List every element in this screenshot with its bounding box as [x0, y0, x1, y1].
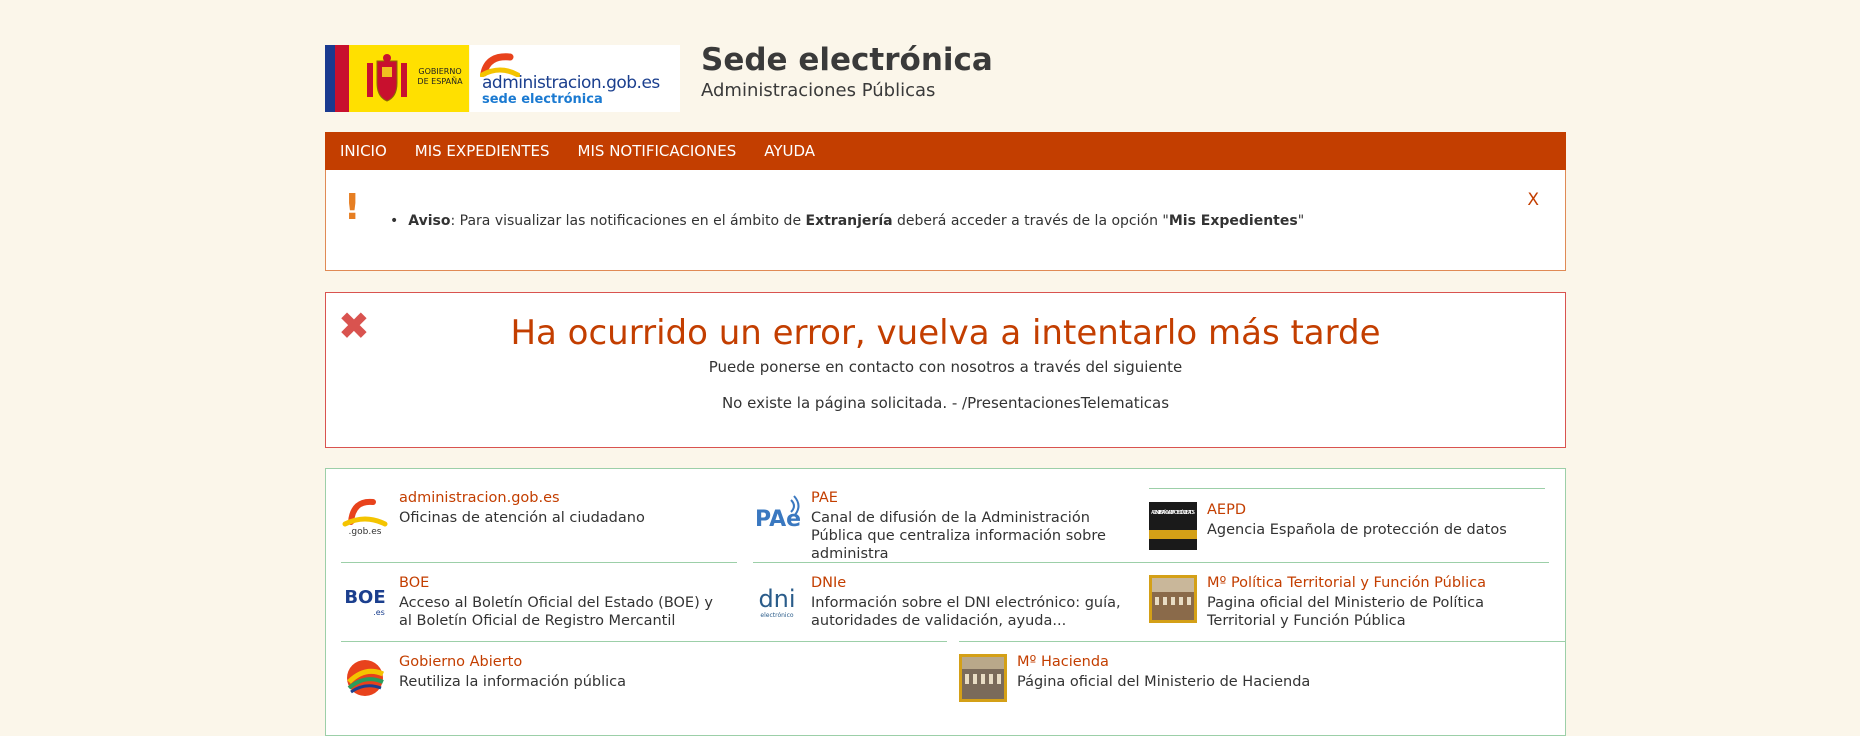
page: GOBIERNO DE ESPAÑA administracion.gob.es… — [325, 0, 1566, 736]
boe-icon-text: BOE — [344, 587, 385, 608]
administracion-logo-name: administracion.gob.es — [482, 73, 660, 93]
notice-message: Aviso: Para visualizar las notificacione… — [390, 213, 1304, 229]
dni-icon: dni electrónico — [753, 575, 801, 623]
link-desc: Acceso al Boletín Oficial del Estado (BO… — [399, 595, 713, 629]
link-desc: Canal de difusión de la Administración P… — [811, 510, 1106, 562]
link-title[interactable]: AEPD — [1207, 502, 1246, 518]
exclamation-icon: ! — [344, 187, 361, 228]
link-title[interactable]: administracion.gob.es — [399, 490, 560, 506]
boe-icon: BOE .es — [341, 575, 389, 623]
gobes-icon-text: .gob.es — [349, 527, 382, 537]
notice-box: ! Aviso: Para visualizar las notificacio… — [325, 170, 1566, 271]
link-separator — [341, 562, 737, 563]
link-aepd[interactable]: AGENCIA ESPAÑOLA DE PROTECCIÓN DE DATOS … — [1149, 502, 1549, 552]
link-title[interactable]: DNIe — [811, 575, 846, 591]
error-box: ✖ Ha ocurrido un error, vuelva a intenta… — [325, 292, 1566, 448]
link-separator — [753, 562, 1549, 563]
administracion-logo[interactable]: administracion.gob.es sede electrónica — [470, 45, 680, 112]
main-nav: INICIO MIS EXPEDIENTES MIS NOTIFICACIONE… — [325, 132, 1566, 170]
dni-icon-text: dni — [758, 585, 795, 613]
coat-of-arms-icon — [367, 54, 407, 102]
aepd-icon: AGENCIA ESPAÑOLA DE PROTECCIÓN DE DATOS — [1149, 502, 1197, 550]
notice-label: Aviso — [408, 213, 451, 229]
link-title[interactable]: Mº Política Territorial y Función Públic… — [1207, 575, 1486, 591]
link-title[interactable]: PAE — [811, 490, 838, 506]
link-title[interactable]: BOE — [399, 575, 429, 591]
notice-text-2: deberá acceder a través de la opción " — [892, 213, 1169, 229]
error-detail-text: No existe la página solicitada. - /Prese… — [721, 394, 1170, 412]
nav-item-mis-expedientes[interactable]: MIS EXPEDIENTES — [401, 142, 564, 160]
flag-stripe-blue — [325, 45, 335, 112]
gobierno-logo-text: GOBIERNO DE ESPAÑA — [417, 67, 463, 86]
site-title: Sede electrónica — [701, 42, 993, 78]
notice-bold-extranjeria: Extranjería — [805, 213, 893, 229]
link-gobierno-abierto[interactable]: Gobierno Abierto Reutiliza la informació… — [341, 654, 741, 704]
link-separator — [959, 641, 1565, 642]
pae-icon: PAe — [753, 490, 801, 538]
link-title[interactable]: Mº Hacienda — [1017, 654, 1109, 670]
link-title[interactable]: Gobierno Abierto — [399, 654, 522, 670]
hacienda-icon — [959, 654, 1007, 702]
link-desc: Agencia Española de protección de datos — [1207, 522, 1507, 538]
error-title: Ha ocurrido un error, vuelva a intentarl… — [510, 313, 1381, 353]
error-contact-text: Puede ponerse en contacto con nosotros a… — [708, 358, 1183, 376]
related-links: .gob.es administracion.gob.es Oficinas d… — [325, 468, 1566, 736]
dni-icon-sub: electrónico — [760, 612, 793, 619]
notice-close-button[interactable]: X — [1527, 190, 1539, 210]
link-boe[interactable]: BOE .es BOE Acceso al Boletín Oficial de… — [341, 575, 731, 635]
link-dnie[interactable]: dni electrónico DNIe Información sobre e… — [753, 575, 1133, 635]
link-administracion[interactable]: .gob.es administracion.gob.es Oficinas d… — [341, 490, 721, 540]
notice-text-1: : Para visualizar las notificaciones en … — [450, 213, 806, 229]
site-header: GOBIERNO DE ESPAÑA administracion.gob.es… — [325, 0, 1566, 132]
gobierno-abierto-icon — [341, 654, 389, 702]
pae-icon-text: PAe — [755, 507, 801, 532]
link-hacienda[interactable]: Mº Hacienda Página oficial del Ministeri… — [959, 654, 1359, 704]
link-separator — [341, 641, 947, 642]
site-subtitle: Administraciones Públicas — [701, 80, 936, 101]
gobierno-espana-logo[interactable]: GOBIERNO DE ESPAÑA — [325, 45, 469, 112]
link-desc: Información sobre el DNI electrónico: gu… — [811, 595, 1121, 629]
link-desc: Pagina oficial del Ministerio de Polític… — [1207, 595, 1485, 629]
link-pae[interactable]: PAe PAE Canal de difusión de la Administ… — [753, 490, 1133, 562]
nav-item-ayuda[interactable]: AYUDA — [750, 142, 829, 160]
link-politica-territorial[interactable]: Mº Política Territorial y Función Públic… — [1149, 575, 1549, 635]
ministerio-icon — [1149, 575, 1197, 623]
administracion-logo-sub: sede electrónica — [482, 92, 603, 107]
nav-item-mis-notificaciones[interactable]: MIS NOTIFICACIONES — [564, 142, 751, 160]
notice-bold-mis-expedientes: Mis Expedientes — [1168, 213, 1298, 229]
link-desc: Página oficial del Ministerio de Haciend… — [1017, 674, 1311, 690]
flag-stripe-red — [335, 45, 349, 112]
boe-icon-sub: .es — [373, 608, 385, 617]
aepd-icon-text: AGENCIA ESPAÑOLA DE PROTECCIÓN DE DATOS — [1151, 509, 1195, 516]
nav-item-inicio[interactable]: INICIO — [325, 142, 401, 160]
link-desc: Oficinas de atención al ciudadano — [399, 510, 645, 526]
link-desc: Reutiliza la información pública — [399, 674, 627, 690]
notice-text-3: " — [1297, 213, 1305, 229]
gobes-icon: .gob.es — [341, 490, 389, 538]
link-separator — [1149, 488, 1545, 489]
